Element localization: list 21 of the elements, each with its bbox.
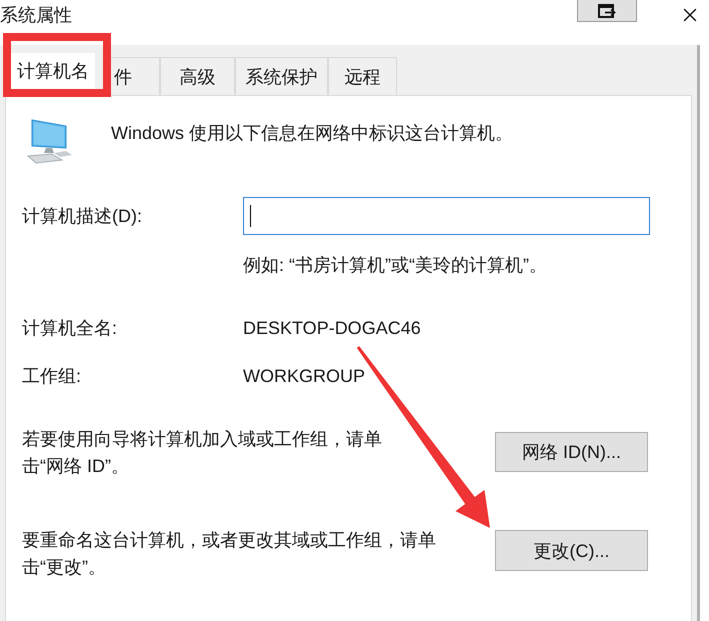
- action-button[interactable]: 更改(C)...: [495, 530, 648, 571]
- hint-text: 例如: “书房计算机”或“美玲的计算机”。: [243, 254, 547, 277]
- action-button[interactable]: 网络 ID(N)...: [495, 432, 648, 472]
- instruction-text: 若要使用向导将计算机加入域或工作组，请单击“网络 ID”。: [22, 428, 383, 478]
- info-value: WORKGROUP: [243, 365, 366, 388]
- info-value: DESKTOP-DOGAC46: [243, 317, 421, 340]
- field-label: 计算机描述(D):: [22, 205, 143, 228]
- text-cursor-icon: [250, 205, 251, 227]
- tab[interactable]: 件: [111, 57, 160, 95]
- tab[interactable]: 系统保护: [235, 57, 328, 95]
- description-field[interactable]: [243, 197, 650, 235]
- window-button[interactable]: [577, 0, 637, 22]
- tab[interactable]: 远程: [328, 57, 397, 95]
- tab[interactable]: 高级: [160, 57, 235, 95]
- computer-icon: [26, 118, 74, 164]
- tab[interactable]: 计算机名: [11, 53, 95, 89]
- info-label: 工作组:: [22, 365, 82, 388]
- intro-text: Windows 使用以下信息在网络中标识这台计算机。: [111, 122, 514, 145]
- window-title: 系统属性: [0, 4, 72, 27]
- instruction-text: 要重命名这台计算机，或者更改其域或工作组，请单击“更改”。: [22, 529, 437, 579]
- info-label: 计算机全名:: [22, 317, 118, 340]
